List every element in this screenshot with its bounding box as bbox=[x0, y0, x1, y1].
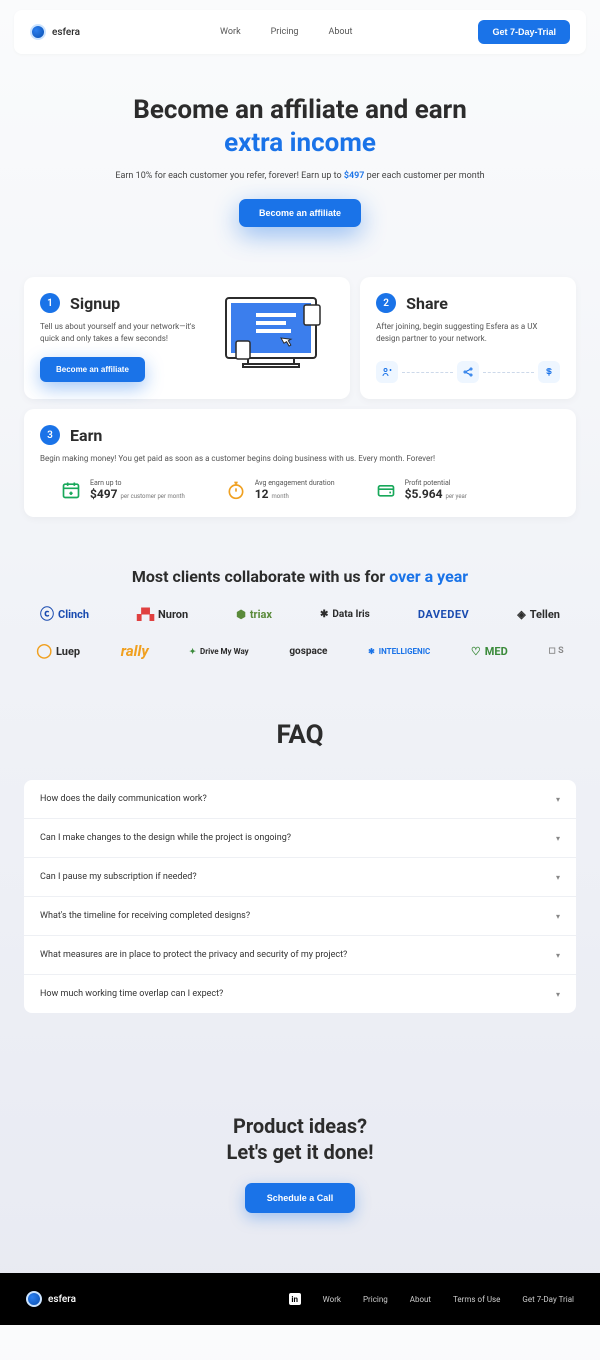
faq-item[interactable]: What measures are in place to protect th… bbox=[24, 936, 576, 975]
flow-connector bbox=[402, 372, 453, 373]
nav-about[interactable]: About bbox=[328, 27, 352, 37]
client-logo: ▞▚Nuron bbox=[137, 608, 188, 621]
nav-pricing[interactable]: Pricing bbox=[271, 27, 299, 37]
step-desc: Begin making money! You get paid as soon… bbox=[40, 453, 560, 465]
linkedin-icon[interactable]: in bbox=[289, 1293, 301, 1305]
client-logo: DAVEDEV bbox=[418, 608, 469, 621]
client-logo: ✦Drive My Way bbox=[189, 647, 248, 656]
footer-link-pricing[interactable]: Pricing bbox=[363, 1295, 388, 1304]
get-trial-button[interactable]: Get 7-Day-Trial bbox=[478, 20, 570, 44]
step-affiliate-button[interactable]: Become an affiliate bbox=[40, 357, 145, 382]
stat-value: $5.964 per year bbox=[405, 487, 467, 501]
step-number: 3 bbox=[40, 425, 60, 445]
chevron-down-icon: ▾ bbox=[556, 990, 560, 999]
faq-item[interactable]: Can I make changes to the design while t… bbox=[24, 819, 576, 858]
stat-value: 12 month bbox=[255, 487, 335, 501]
steps-row: 1 Signup Tell us about yourself and your… bbox=[0, 247, 600, 399]
chevron-down-icon: ▾ bbox=[556, 834, 560, 843]
faq-item[interactable]: How does the daily communication work?▾ bbox=[24, 780, 576, 819]
chevron-down-icon: ▾ bbox=[556, 951, 560, 960]
logo-text: esfera bbox=[48, 1294, 76, 1305]
hero-subtitle: Earn 10% for each customer you refer, fo… bbox=[40, 171, 560, 181]
money-icon bbox=[538, 361, 560, 383]
client-logo: ✱ INTELLIGENIC bbox=[368, 647, 430, 656]
footer-logo[interactable]: esfera bbox=[26, 1291, 76, 1307]
hero: Become an affiliate and earn extra incom… bbox=[0, 64, 600, 247]
step-title: Share bbox=[406, 294, 448, 313]
client-logos-row2: ◯ Luep rally ✦Drive My Way gospace ✱ INT… bbox=[0, 624, 600, 660]
step-number: 1 bbox=[40, 293, 60, 313]
step-title: Earn bbox=[70, 426, 102, 445]
step-title: Signup bbox=[70, 294, 120, 313]
step-share-card: 2 Share After joining, begin suggesting … bbox=[360, 277, 576, 399]
stopwatch-icon bbox=[225, 479, 247, 501]
chevron-down-icon: ▾ bbox=[556, 795, 560, 804]
client-logo: ◈Tellen bbox=[517, 608, 560, 621]
clients-section: Most clients collaborate with us for ove… bbox=[0, 517, 600, 680]
hero-title: Become an affiliate and earn extra incom… bbox=[40, 94, 560, 159]
faq-item[interactable]: What's the timeline for receiving comple… bbox=[24, 897, 576, 936]
nav-work[interactable]: Work bbox=[220, 27, 241, 37]
cta-section: Product ideas? Let's get it done! Schedu… bbox=[0, 1043, 600, 1273]
hero-title-line2: extra income bbox=[224, 128, 376, 158]
client-logo: ⬢triax bbox=[236, 608, 272, 621]
logo-text: esfera bbox=[52, 27, 80, 38]
main-nav: Work Pricing About bbox=[220, 27, 352, 37]
faq-item[interactable]: How much working time overlap can I expe… bbox=[24, 975, 576, 1013]
stat-label: Earn up to bbox=[90, 479, 185, 487]
step-desc: After joining, begin suggesting Esfera a… bbox=[376, 321, 560, 345]
footer: esfera in Work Pricing About Terms of Us… bbox=[0, 1273, 600, 1325]
stat-label: Profit potential bbox=[405, 479, 467, 487]
client-logos-row1: ⓒClinch ▞▚Nuron ⬢triax ✱ Data Iris DAVED… bbox=[0, 586, 600, 624]
stat-duration: Avg engagement duration 12 month bbox=[225, 479, 335, 501]
stat-earn: Earn up to $497 per customer per month bbox=[60, 479, 185, 501]
share-icon bbox=[457, 361, 479, 383]
logo[interactable]: esfera bbox=[30, 24, 80, 40]
footer-link-terms[interactable]: Terms of Use bbox=[453, 1295, 500, 1304]
faq-item[interactable]: Can I pause my subscription if needed?▾ bbox=[24, 858, 576, 897]
logo-icon bbox=[26, 1291, 42, 1307]
step-signup-card: 1 Signup Tell us about yourself and your… bbox=[24, 277, 350, 399]
stat-profit: Profit potential $5.964 per year bbox=[375, 479, 467, 501]
faq-title: FAQ bbox=[24, 720, 576, 750]
hero-title-line1: Become an affiliate and earn bbox=[133, 95, 467, 125]
faq-section: FAQ How does the daily communication wor… bbox=[0, 680, 600, 1043]
step-number: 2 bbox=[376, 293, 396, 313]
client-logo: ♡MED bbox=[471, 645, 508, 658]
client-logo: ◯ Luep bbox=[36, 643, 80, 659]
chevron-down-icon: ▾ bbox=[556, 873, 560, 882]
become-affiliate-button[interactable]: Become an affiliate bbox=[239, 199, 361, 227]
signup-illustration bbox=[216, 293, 336, 378]
stat-label: Avg engagement duration bbox=[255, 479, 335, 487]
header: esfera Work Pricing About Get 7-Day-Tria… bbox=[14, 10, 586, 54]
client-logo: gospace bbox=[289, 646, 327, 657]
wallet-icon bbox=[375, 479, 397, 501]
footer-link-work[interactable]: Work bbox=[323, 1295, 341, 1304]
faq-list: How does the daily communication work?▾ … bbox=[24, 780, 576, 1013]
client-logo: ◻ S bbox=[548, 646, 563, 656]
share-flow bbox=[376, 361, 560, 383]
footer-nav: in Work Pricing About Terms of Use Get 7… bbox=[289, 1293, 574, 1305]
chevron-down-icon: ▾ bbox=[556, 912, 560, 921]
client-logo: ✱ Data Iris bbox=[320, 609, 370, 620]
stat-value: $497 per customer per month bbox=[90, 487, 185, 501]
schedule-call-button[interactable]: Schedule a Call bbox=[245, 1183, 356, 1213]
step-desc: Tell us about yourself and your network—… bbox=[40, 321, 200, 345]
footer-link-about[interactable]: About bbox=[410, 1295, 431, 1304]
clients-title: Most clients collaborate with us for ove… bbox=[0, 567, 600, 586]
footer-link-trial[interactable]: Get 7-Day Trial bbox=[522, 1295, 574, 1304]
step-earn-card: 3 Earn Begin making money! You get paid … bbox=[24, 409, 576, 517]
cta-title: Product ideas? Let's get it done! bbox=[0, 1113, 600, 1165]
logo-icon bbox=[30, 24, 46, 40]
earn-stats: Earn up to $497 per customer per month A… bbox=[40, 479, 560, 501]
client-logo: rally bbox=[121, 642, 149, 660]
client-logo: ⓒClinch bbox=[40, 604, 89, 624]
calendar-icon bbox=[60, 479, 82, 501]
flow-connector bbox=[483, 372, 534, 373]
person-icon bbox=[376, 361, 398, 383]
